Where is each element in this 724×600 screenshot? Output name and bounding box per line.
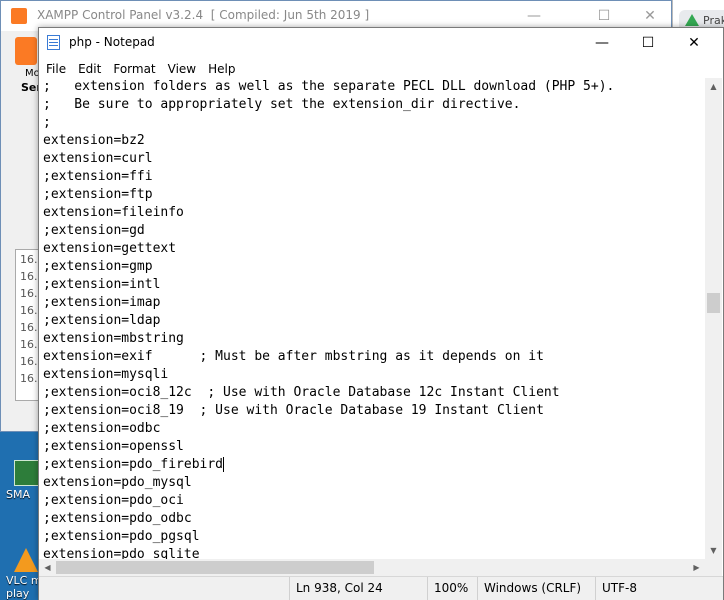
scroll-up-arrow-icon[interactable]: ▲	[705, 78, 722, 95]
window-title: php - Notepad	[69, 35, 155, 49]
status-encoding: UTF-8	[595, 577, 723, 600]
minimize-button[interactable]: —	[579, 28, 625, 58]
desktop-vlc-shortcut[interactable]: VLC m play	[6, 548, 42, 600]
status-bar: Ln 938, Col 24 100% Windows (CRLF) UTF-8	[39, 576, 723, 600]
text-line[interactable]: extension=bz2	[43, 132, 145, 150]
xampp-maximize-button[interactable]: ☐	[581, 5, 627, 27]
text-line[interactable]: ;extension=odbc	[43, 420, 160, 438]
status-position: Ln 938, Col 24	[289, 577, 431, 600]
text-line[interactable]: extension=exif ; Must be after mbstring …	[43, 348, 544, 366]
text-line[interactable]: ;extension=ftp	[43, 186, 153, 204]
menu-format[interactable]: Format	[107, 59, 161, 77]
text-line[interactable]: ;	[43, 114, 51, 132]
text-line[interactable]: ;extension=pdo_odbc	[43, 510, 192, 528]
text-editor[interactable]: ; extension folders as well as the separ…	[39, 78, 706, 559]
xampp-logo-icon	[11, 8, 27, 24]
text-line[interactable]: extension=mysqli	[43, 366, 168, 384]
desktop-shortcut-label: SMA	[6, 488, 30, 501]
text-line[interactable]: ;extension=oci8_12c ; Use with Oracle Da…	[43, 384, 560, 402]
text-line[interactable]: ;extension=pdo_firebird	[43, 456, 225, 474]
text-line[interactable]: ;extension=intl	[43, 276, 160, 294]
notepad-icon	[47, 35, 60, 50]
drive-icon	[685, 14, 699, 26]
text-line[interactable]: ;extension=pdo_pgsql	[43, 528, 200, 546]
status-zoom: 100%	[427, 577, 477, 600]
scrollbar-corner	[705, 559, 722, 576]
scroll-down-arrow-icon[interactable]: ▼	[705, 542, 722, 559]
text-line[interactable]: extension=gettext	[43, 240, 176, 258]
desktop: SMA VLC m play Prak XAMPP Control Panel …	[0, 0, 724, 600]
xampp-minimize-button[interactable]: —	[511, 5, 557, 27]
text-line[interactable]: ;extension=ffi	[43, 168, 153, 186]
xampp-compiled: [ Compiled: Jun 5th 2019 ]	[210, 8, 370, 22]
menu-view[interactable]: View	[162, 59, 202, 77]
text-line[interactable]: ;extension=oci8_19 ; Use with Oracle Dat…	[43, 402, 544, 420]
text-line[interactable]: ;extension=pdo_oci	[43, 492, 184, 510]
notepad-titlebar[interactable]: php - Notepad — ☐ ✕	[39, 28, 723, 58]
text-line[interactable]: extension=pdo_sqlite	[43, 546, 200, 559]
xampp-close-button[interactable]: ✕	[627, 5, 673, 27]
xampp-big-logo-icon	[15, 37, 37, 65]
menu-bar: File Edit Format View Help	[39, 58, 723, 78]
menu-file[interactable]: File	[39, 59, 72, 77]
text-line[interactable]: extension=fileinfo	[43, 204, 184, 222]
text-line[interactable]: ;extension=imap	[43, 294, 160, 312]
maximize-button[interactable]: ☐	[625, 28, 671, 58]
browser-tab-label: Prak	[703, 14, 724, 27]
close-button[interactable]: ✕	[671, 28, 717, 58]
vertical-scroll-thumb[interactable]	[707, 293, 720, 313]
xampp-title: XAMPP Control Panel v3.2.4 [ Compiled: J…	[37, 8, 369, 22]
text-line[interactable]: ; Be sure to appropriately set the exten…	[43, 96, 520, 114]
scroll-right-arrow-icon[interactable]: ▶	[688, 559, 705, 576]
text-line[interactable]: ;extension=ldap	[43, 312, 160, 330]
text-line[interactable]: extension=pdo_mysql	[43, 474, 192, 492]
text-line[interactable]: extension=mbstring	[43, 330, 184, 348]
vlc-label-2: play	[6, 587, 30, 600]
status-line-endings: Windows (CRLF)	[477, 577, 595, 600]
menu-help[interactable]: Help	[202, 59, 241, 77]
desktop-shortcut[interactable]: SMA	[6, 460, 40, 501]
text-line[interactable]: ;extension=gd	[43, 222, 145, 240]
text-line[interactable]: extension=curl	[43, 150, 153, 168]
text-line[interactable]: ;extension=openssl	[43, 438, 184, 456]
text-caret	[223, 457, 225, 472]
notepad-window[interactable]: php - Notepad — ☐ ✕ File Edit Format View He…	[38, 27, 724, 600]
horizontal-scrollbar[interactable]: ◀ ▶	[39, 559, 705, 576]
scroll-left-arrow-icon[interactable]: ◀	[39, 559, 56, 576]
text-line[interactable]: ; extension folders as well as the separ…	[43, 78, 614, 96]
vertical-scrollbar[interactable]: ▲ ▼	[705, 78, 722, 559]
vlc-icon	[14, 548, 38, 572]
xampp-title-name: XAMPP Control Panel v3.2.4	[37, 8, 204, 22]
horizontal-scroll-thumb[interactable]	[56, 561, 374, 574]
menu-edit[interactable]: Edit	[72, 59, 107, 77]
vlc-label: VLC m	[6, 574, 42, 587]
shortcut-icon	[14, 460, 40, 486]
text-line[interactable]: ;extension=gmp	[43, 258, 153, 276]
